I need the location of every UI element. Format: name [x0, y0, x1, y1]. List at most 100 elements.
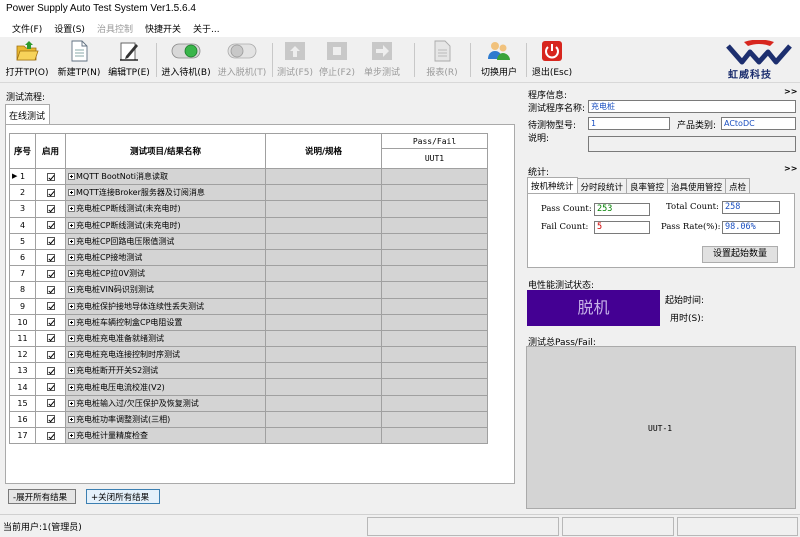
- table-row[interactable]: 17 充电桩计量精度检查: [9, 426, 500, 445]
- checkbox-checked-icon[interactable]: [46, 269, 55, 278]
- row-enable[interactable]: [35, 329, 66, 348]
- checkbox-checked-icon[interactable]: [46, 237, 55, 246]
- collapse-program-info-icon[interactable]: >>: [784, 87, 797, 96]
- collapse-statistics-icon[interactable]: >>: [784, 164, 797, 173]
- row-enable[interactable]: [35, 281, 66, 299]
- row-item-name[interactable]: 充电桩保护接地导体连续性丢失测试: [65, 297, 266, 315]
- row-item-name[interactable]: 充电桩电压电流校准(V2): [65, 378, 266, 396]
- tab-fixture-usage[interactable]: 治具使用管控: [667, 178, 727, 193]
- checkbox-checked-icon[interactable]: [46, 399, 55, 408]
- expand-plus-icon[interactable]: [68, 237, 75, 245]
- tab-online-test[interactable]: 在线测试: [5, 104, 50, 124]
- set-start-count-button[interactable]: 设置起始数量: [702, 246, 778, 263]
- checkbox-checked-icon[interactable]: [46, 431, 55, 440]
- row-enable[interactable]: [35, 232, 66, 250]
- row-item-name[interactable]: 充电桩充电准备就绪测试: [65, 329, 266, 348]
- menu-file[interactable]: 文件(F): [6, 20, 48, 37]
- expand-plus-icon[interactable]: [68, 221, 75, 229]
- expand-plus-icon[interactable]: [68, 254, 75, 262]
- tab-by-model[interactable]: 按机种统计: [527, 177, 578, 193]
- expand-plus-icon[interactable]: [68, 302, 75, 310]
- table-row[interactable]: 11 充电桩充电准备就绪测试: [9, 329, 500, 348]
- table-row[interactable]: 12 充电桩充电连接控制时序测试: [9, 346, 500, 364]
- expand-plus-icon[interactable]: [68, 270, 75, 278]
- row-item-name[interactable]: 充电桩CP拉0V测试: [65, 265, 266, 283]
- switch-user-button[interactable]: 切换用户: [476, 40, 522, 80]
- row-enable[interactable]: [35, 265, 66, 283]
- expand-plus-icon[interactable]: [68, 367, 75, 375]
- table-row[interactable]: 14 充电桩电压电流校准(V2): [9, 378, 500, 396]
- menu-settings[interactable]: 设置(S): [48, 20, 91, 37]
- row-item-name[interactable]: 充电桩CP接地测试: [65, 248, 266, 267]
- table-row[interactable]: ▶ 1 MQTT BootNoti消息读取: [9, 167, 500, 186]
- checkbox-checked-icon[interactable]: [46, 334, 55, 343]
- table-row[interactable]: 9 充电桩保护接地导体连续性丢失测试: [9, 297, 500, 315]
- checkbox-checked-icon[interactable]: [46, 221, 55, 230]
- row-enable[interactable]: [35, 216, 66, 234]
- new-tp-button[interactable]: 新建TP(N): [55, 40, 103, 80]
- row-enable[interactable]: [35, 362, 66, 380]
- expand-plus-icon[interactable]: [68, 383, 75, 391]
- checkbox-checked-icon[interactable]: [46, 302, 55, 311]
- table-row[interactable]: 3 充电桩CP断线测试(未充电时): [9, 200, 500, 218]
- table-row[interactable]: 4 充电桩CP断线测试(未充电时): [9, 216, 500, 234]
- checkbox-checked-icon[interactable]: [46, 366, 55, 375]
- row-enable[interactable]: [35, 378, 66, 396]
- row-item-name[interactable]: 充电桩充电连接控制时序测试: [65, 346, 266, 364]
- enter-standby-button[interactable]: 进入待机(B): [160, 40, 212, 80]
- row-item-name[interactable]: 充电桩输入过/欠压保护及恢复测试: [65, 394, 266, 412]
- tab-inspection[interactable]: 点检: [725, 178, 751, 193]
- expand-plus-icon[interactable]: [68, 173, 75, 181]
- menu-quick-switch[interactable]: 快捷开关: [139, 20, 187, 37]
- row-enable[interactable]: [35, 248, 66, 267]
- row-enable[interactable]: [35, 200, 66, 218]
- collapse-all-button[interactable]: +关闭所有结果: [86, 489, 160, 504]
- checkbox-checked-icon[interactable]: [46, 318, 55, 327]
- menu-about[interactable]: 关于...: [187, 20, 226, 37]
- exit-button[interactable]: 退出(Esc): [530, 40, 574, 80]
- expand-plus-icon[interactable]: [68, 399, 75, 407]
- row-item-name[interactable]: 充电桩CP回路电压限值测试: [65, 232, 266, 250]
- row-item-name[interactable]: MQTT BootNoti消息读取: [65, 167, 266, 186]
- checkbox-checked-icon[interactable]: [46, 188, 55, 197]
- expand-plus-icon[interactable]: [68, 318, 75, 326]
- open-tp-button[interactable]: 打开TP(O): [4, 40, 50, 80]
- expand-plus-icon[interactable]: [68, 432, 75, 440]
- row-enable[interactable]: [35, 297, 66, 315]
- table-row[interactable]: 10 充电桩车辆控制盒CP电阻设置: [9, 313, 500, 331]
- checkbox-checked-icon[interactable]: [46, 285, 55, 294]
- row-item-name[interactable]: 充电桩VIN码识别测试: [65, 281, 266, 299]
- table-row[interactable]: 7 充电桩CP拉0V测试: [9, 265, 500, 283]
- row-enable[interactable]: [35, 394, 66, 412]
- table-row[interactable]: 15 充电桩输入过/欠压保护及恢复测试: [9, 394, 500, 412]
- table-row[interactable]: 16 充电桩功率调整测试(三相): [9, 410, 500, 429]
- tab-yield-control[interactable]: 良率管控: [626, 178, 669, 193]
- table-row[interactable]: 8 充电桩VIN码识别测试: [9, 281, 500, 299]
- row-enable[interactable]: [35, 313, 66, 331]
- expand-plus-icon[interactable]: [68, 189, 75, 197]
- checkbox-checked-icon[interactable]: [46, 383, 55, 392]
- row-item-name[interactable]: 充电桩CP断线测试(未充电时): [65, 216, 266, 234]
- row-enable[interactable]: [35, 167, 66, 186]
- expand-all-button[interactable]: -展开所有结果: [8, 489, 76, 504]
- edit-tp-button[interactable]: 编辑TP(E): [106, 40, 152, 80]
- checkbox-checked-icon[interactable]: [46, 350, 55, 359]
- expand-plus-icon[interactable]: [68, 351, 75, 359]
- checkbox-checked-icon[interactable]: [46, 415, 55, 424]
- row-item-name[interactable]: 充电桩断开开关S2测试: [65, 362, 266, 380]
- expand-plus-icon[interactable]: [68, 286, 75, 294]
- row-enable[interactable]: [35, 426, 66, 445]
- expand-plus-icon[interactable]: [68, 415, 75, 423]
- row-item-name[interactable]: 充电桩CP断线测试(未充电时): [65, 200, 266, 218]
- expand-plus-icon[interactable]: [68, 205, 75, 213]
- row-enable[interactable]: [35, 184, 66, 202]
- row-enable[interactable]: [35, 346, 66, 364]
- row-item-name[interactable]: MQTT连接Broker服务器及订阅消息: [65, 184, 266, 202]
- checkbox-checked-icon[interactable]: [46, 204, 55, 213]
- checkbox-checked-icon[interactable]: [46, 253, 55, 262]
- row-item-name[interactable]: 充电桩车辆控制盒CP电阻设置: [65, 313, 266, 331]
- row-item-name[interactable]: 充电桩功率调整测试(三相): [65, 410, 266, 429]
- row-enable[interactable]: [35, 410, 66, 429]
- row-item-name[interactable]: 充电桩计量精度检查: [65, 426, 266, 445]
- table-row[interactable]: 5 充电桩CP回路电压限值测试: [9, 232, 500, 250]
